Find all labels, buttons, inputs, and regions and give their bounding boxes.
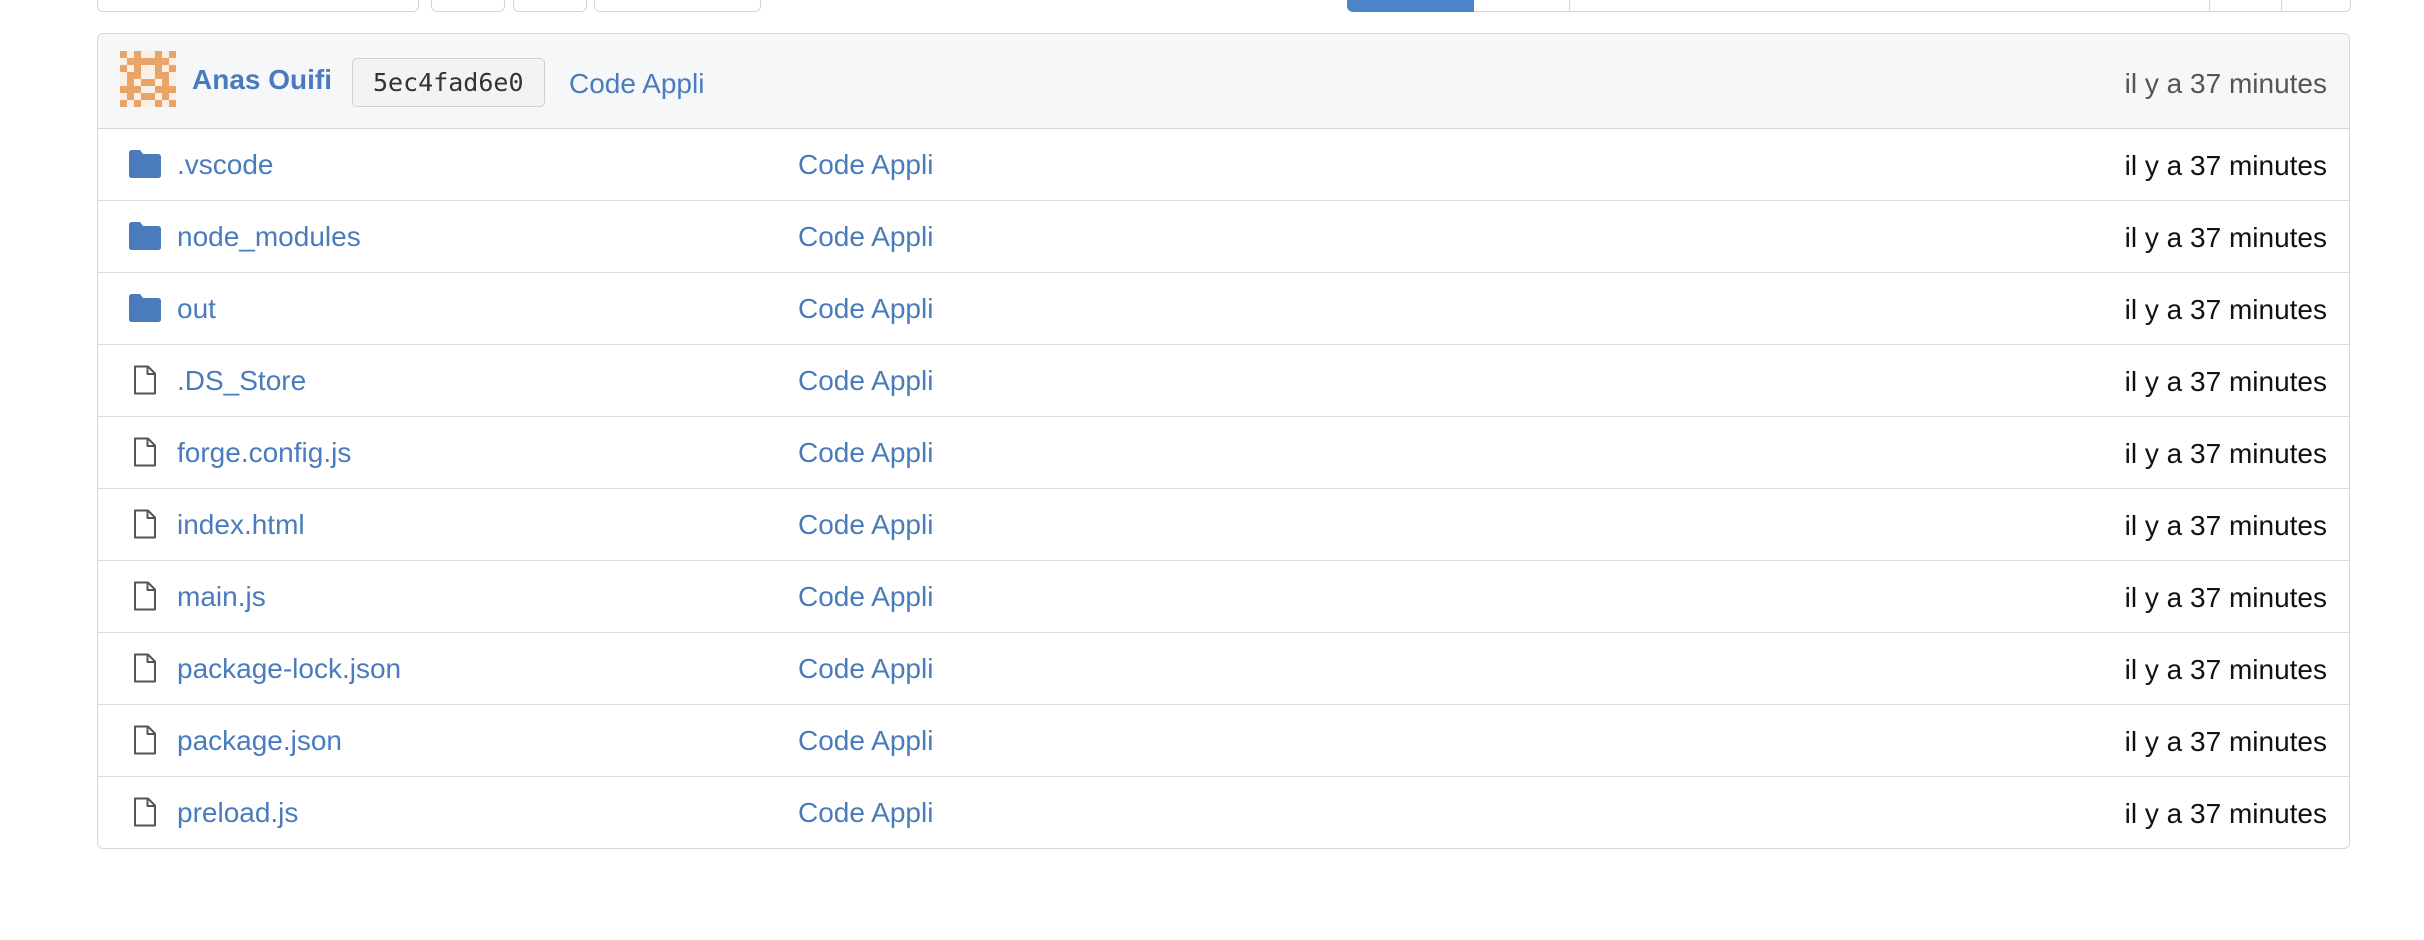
file-commit-message-link[interactable]: Code Appli	[798, 149, 933, 181]
last-commit-bar: Anas Ouifi 5ec4fad6e0 Code Appli il y a …	[98, 34, 2349, 129]
file-commit-time: il y a 37 minutes	[2124, 150, 2327, 181]
file-commit-time: il y a 37 minutes	[2124, 222, 2327, 253]
toolbar-button-2[interactable]	[513, 0, 587, 12]
folder-icon	[128, 293, 162, 323]
file-list: .vscode Code Appli il y a 37 minutes node_m…	[98, 129, 2349, 848]
file-row[interactable]: forge.config.js Code Appli il y a 37 minut…	[98, 417, 2349, 489]
file-commit-message-link[interactable]: Code Appli	[798, 797, 933, 829]
file-commit-time: il y a 37 minutes	[2124, 654, 2327, 685]
clone-tab-primary[interactable]	[1347, 0, 1474, 12]
clone-url-field[interactable]	[1570, 0, 2210, 12]
file-commit-message-link[interactable]: Code Appli	[798, 653, 933, 685]
file-name-link[interactable]: node_modules	[177, 221, 361, 253]
file-row[interactable]: .DS_Store Code Appli il y a 37 minutes	[98, 345, 2349, 417]
file-icon	[128, 581, 162, 611]
file-icon	[128, 725, 162, 755]
file-name-link[interactable]: package-lock.json	[177, 653, 401, 685]
file-name-link[interactable]: .DS_Store	[177, 365, 306, 397]
file-commit-message-link[interactable]: Code Appli	[798, 725, 933, 757]
file-name-link[interactable]: index.html	[177, 509, 305, 541]
file-icon	[128, 509, 162, 539]
file-row[interactable]: index.html Code Appli il y a 37 minutes	[98, 489, 2349, 561]
file-commit-message-link[interactable]: Code Appli	[798, 221, 933, 253]
file-commit-time: il y a 37 minutes	[2124, 366, 2327, 397]
file-commit-time: il y a 37 minutes	[2124, 294, 2327, 325]
file-name-link[interactable]: .vscode	[177, 149, 274, 181]
commit-time: il y a 37 minutes	[2124, 68, 2327, 99]
file-row[interactable]: node_modules Code Appli il y a 37 minutes	[98, 201, 2349, 273]
clone-tab-secondary[interactable]	[1474, 0, 1570, 12]
file-commit-message-link[interactable]: Code Appli	[798, 437, 933, 469]
file-row[interactable]: package-lock.json Code Appli il y a 37 min…	[98, 633, 2349, 705]
commit-message-link[interactable]: Code Appli	[569, 68, 704, 100]
file-row[interactable]: main.js Code Appli il y a 37 minutes	[98, 561, 2349, 633]
file-icon	[128, 365, 162, 395]
file-row[interactable]: package.json Code Appli il y a 37 minutes	[98, 705, 2349, 777]
toolbar-partial	[0, 0, 2424, 14]
file-icon	[128, 437, 162, 467]
file-row[interactable]: preload.js Code Appli il y a 37 minutes	[98, 777, 2349, 848]
file-name-link[interactable]: forge.config.js	[177, 437, 351, 469]
branch-selector[interactable]	[97, 0, 419, 12]
toolbar-button-1[interactable]	[431, 0, 505, 12]
toolbar-button-3[interactable]	[594, 0, 761, 12]
folder-icon	[128, 149, 162, 179]
file-commit-time: il y a 37 minutes	[2124, 798, 2327, 829]
file-row[interactable]: .vscode Code Appli il y a 37 minutes	[98, 129, 2349, 201]
file-icon	[128, 653, 162, 683]
identicon-avatar-icon[interactable]	[120, 51, 176, 107]
file-commit-message-link[interactable]: Code Appli	[798, 509, 933, 541]
file-commit-message-link[interactable]: Code Appli	[798, 365, 933, 397]
file-name-link[interactable]: out	[177, 293, 216, 325]
file-commit-time: il y a 37 minutes	[2124, 510, 2327, 541]
file-row[interactable]: out Code Appli il y a 37 minutes	[98, 273, 2349, 345]
file-tree: Anas Ouifi 5ec4fad6e0 Code Appli il y a …	[97, 33, 2350, 849]
file-commit-time: il y a 37 minutes	[2124, 582, 2327, 613]
copy-button[interactable]	[2210, 0, 2282, 12]
file-commit-message-link[interactable]: Code Appli	[798, 581, 933, 613]
download-button[interactable]	[2282, 0, 2351, 12]
commit-sha-button[interactable]: 5ec4fad6e0	[352, 58, 545, 107]
file-name-link[interactable]: package.json	[177, 725, 342, 757]
file-commit-time: il y a 37 minutes	[2124, 438, 2327, 469]
commit-author-link[interactable]: Anas Ouifi	[192, 64, 332, 96]
file-commit-message-link[interactable]: Code Appli	[798, 293, 933, 325]
file-name-link[interactable]: preload.js	[177, 797, 298, 829]
file-icon	[128, 797, 162, 827]
file-name-link[interactable]: main.js	[177, 581, 266, 613]
file-commit-time: il y a 37 minutes	[2124, 726, 2327, 757]
folder-icon	[128, 221, 162, 251]
